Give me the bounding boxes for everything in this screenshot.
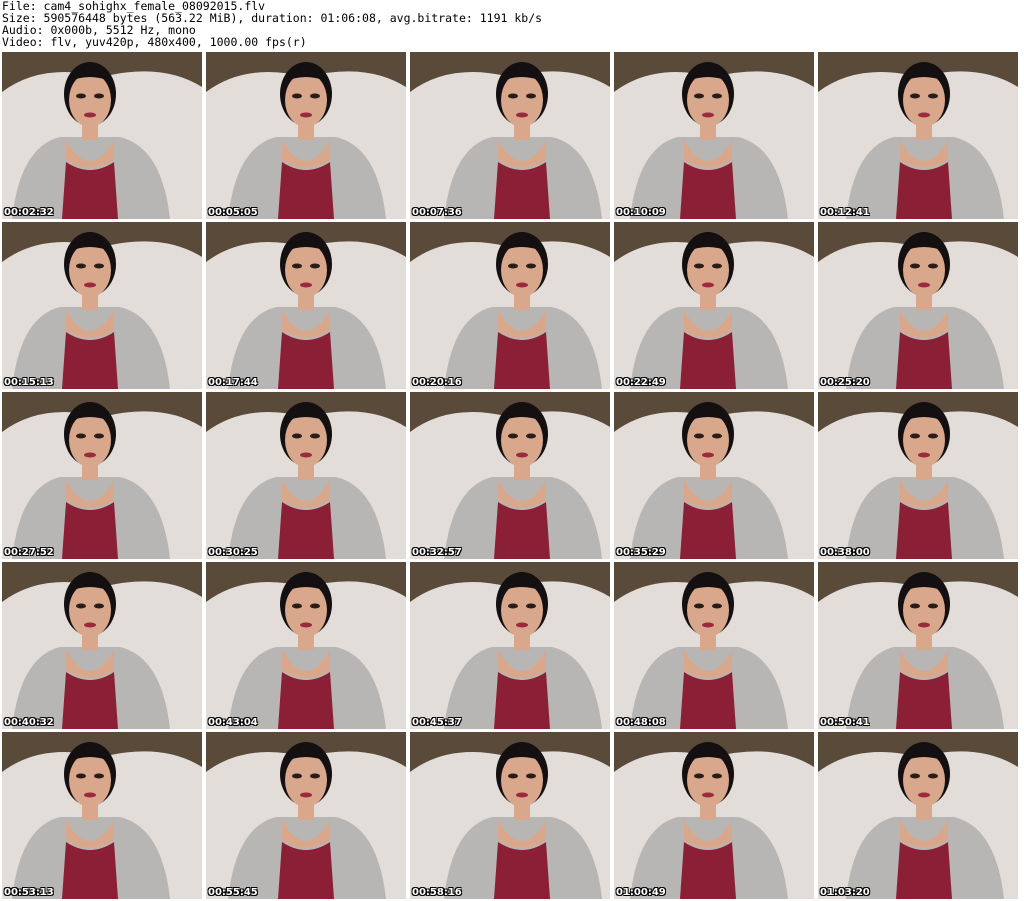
video-thumbnail: 00:02:32 [2, 52, 202, 219]
thumbnail-timestamp: 00:30:25 [208, 547, 258, 558]
video-thumbnail: 01:03:20 [818, 732, 1018, 899]
video-thumbnail: 00:38:00 [818, 392, 1018, 559]
thumbnail-image [818, 392, 1018, 559]
thumbnail-image [2, 222, 202, 389]
video-thumbnail: 00:35:29 [614, 392, 814, 559]
thumbnail-grid: 00:02:32 00:05:05 00:07:36 00:10:09 00:12:41… [0, 0, 1024, 901]
thumbnail-image [206, 52, 406, 219]
video-thumbnail: 00:25:20 [818, 222, 1018, 389]
thumbnail-image [410, 562, 610, 729]
thumbnail-image [206, 392, 406, 559]
thumbnail-image [614, 52, 814, 219]
thumbnail-timestamp: 00:55:45 [208, 887, 258, 898]
thumbnail-image [818, 52, 1018, 219]
thumbnail-image [206, 222, 406, 389]
video-thumbnail: 00:12:41 [818, 52, 1018, 219]
video-thumbnail: 00:50:41 [818, 562, 1018, 729]
thumbnail-timestamp: 00:17:44 [208, 377, 258, 388]
thumbnail-timestamp: 00:50:41 [820, 717, 870, 728]
video-thumbnail: 00:22:49 [614, 222, 814, 389]
thumbnail-image [818, 732, 1018, 899]
thumbnail-timestamp: 00:05:05 [208, 207, 258, 218]
thumbnail-timestamp: 00:20:16 [412, 377, 462, 388]
thumbnail-timestamp: 00:40:32 [4, 717, 54, 728]
thumbnail-image [2, 392, 202, 559]
video-thumbnail: 00:53:13 [2, 732, 202, 899]
thumbnail-image [2, 52, 202, 219]
thumbnail-timestamp: 00:45:37 [412, 717, 462, 728]
thumbnail-image [2, 562, 202, 729]
thumbnail-image [206, 732, 406, 899]
thumbnail-image [410, 52, 610, 219]
thumbnail-timestamp: 00:27:52 [4, 547, 54, 558]
thumbnail-image [614, 392, 814, 559]
thumbnail-timestamp: 00:12:41 [820, 207, 870, 218]
video-thumbnail: 00:15:13 [2, 222, 202, 389]
video-thumbnail: 00:32:57 [410, 392, 610, 559]
video-thumbnail: 00:43:04 [206, 562, 406, 729]
thumbnail-image [818, 222, 1018, 389]
video-thumbnail: 00:20:16 [410, 222, 610, 389]
thumbnail-timestamp: 00:02:32 [4, 207, 54, 218]
video-thumbnail: 00:07:36 [410, 52, 610, 219]
thumbnail-timestamp: 00:53:13 [4, 887, 54, 898]
video-thumbnail: 00:58:16 [410, 732, 610, 899]
thumbnail-image [410, 222, 610, 389]
thumbnail-timestamp: 00:35:29 [616, 547, 666, 558]
thumbnail-timestamp: 00:43:04 [208, 717, 258, 728]
thumbnail-image [410, 392, 610, 559]
video-thumbnail: 00:40:32 [2, 562, 202, 729]
thumbnail-image [614, 222, 814, 389]
thumbnail-timestamp: 00:32:57 [412, 547, 462, 558]
video-thumbnail: 01:00:49 [614, 732, 814, 899]
thumbnail-image [206, 562, 406, 729]
thumbnail-timestamp: 01:03:20 [820, 887, 870, 898]
video-thumbnail: 00:10:09 [614, 52, 814, 219]
thumbnail-timestamp: 00:38:00 [820, 547, 870, 558]
thumbnail-image [818, 562, 1018, 729]
video-thumbnail: 00:48:08 [614, 562, 814, 729]
video-thumbnail: 00:30:25 [206, 392, 406, 559]
video-thumbnail: 00:17:44 [206, 222, 406, 389]
thumbnail-image [614, 732, 814, 899]
thumbnail-image [2, 732, 202, 899]
thumbnail-timestamp: 00:48:08 [616, 717, 666, 728]
thumbnail-timestamp: 00:10:09 [616, 207, 666, 218]
thumbnail-timestamp: 00:58:16 [412, 887, 462, 898]
thumbnail-timestamp: 00:22:49 [616, 377, 666, 388]
thumbnail-timestamp: 00:25:20 [820, 377, 870, 388]
thumbnail-timestamp: 01:00:49 [616, 887, 666, 898]
video-thumbnail: 00:55:45 [206, 732, 406, 899]
video-thumbnail: 00:45:37 [410, 562, 610, 729]
video-thumbnail: 00:27:52 [2, 392, 202, 559]
thumbnail-timestamp: 00:15:13 [4, 377, 54, 388]
video-thumbnail: 00:05:05 [206, 52, 406, 219]
thumbnail-image [410, 732, 610, 899]
thumbnail-image [614, 562, 814, 729]
thumbnail-timestamp: 00:07:36 [412, 207, 462, 218]
